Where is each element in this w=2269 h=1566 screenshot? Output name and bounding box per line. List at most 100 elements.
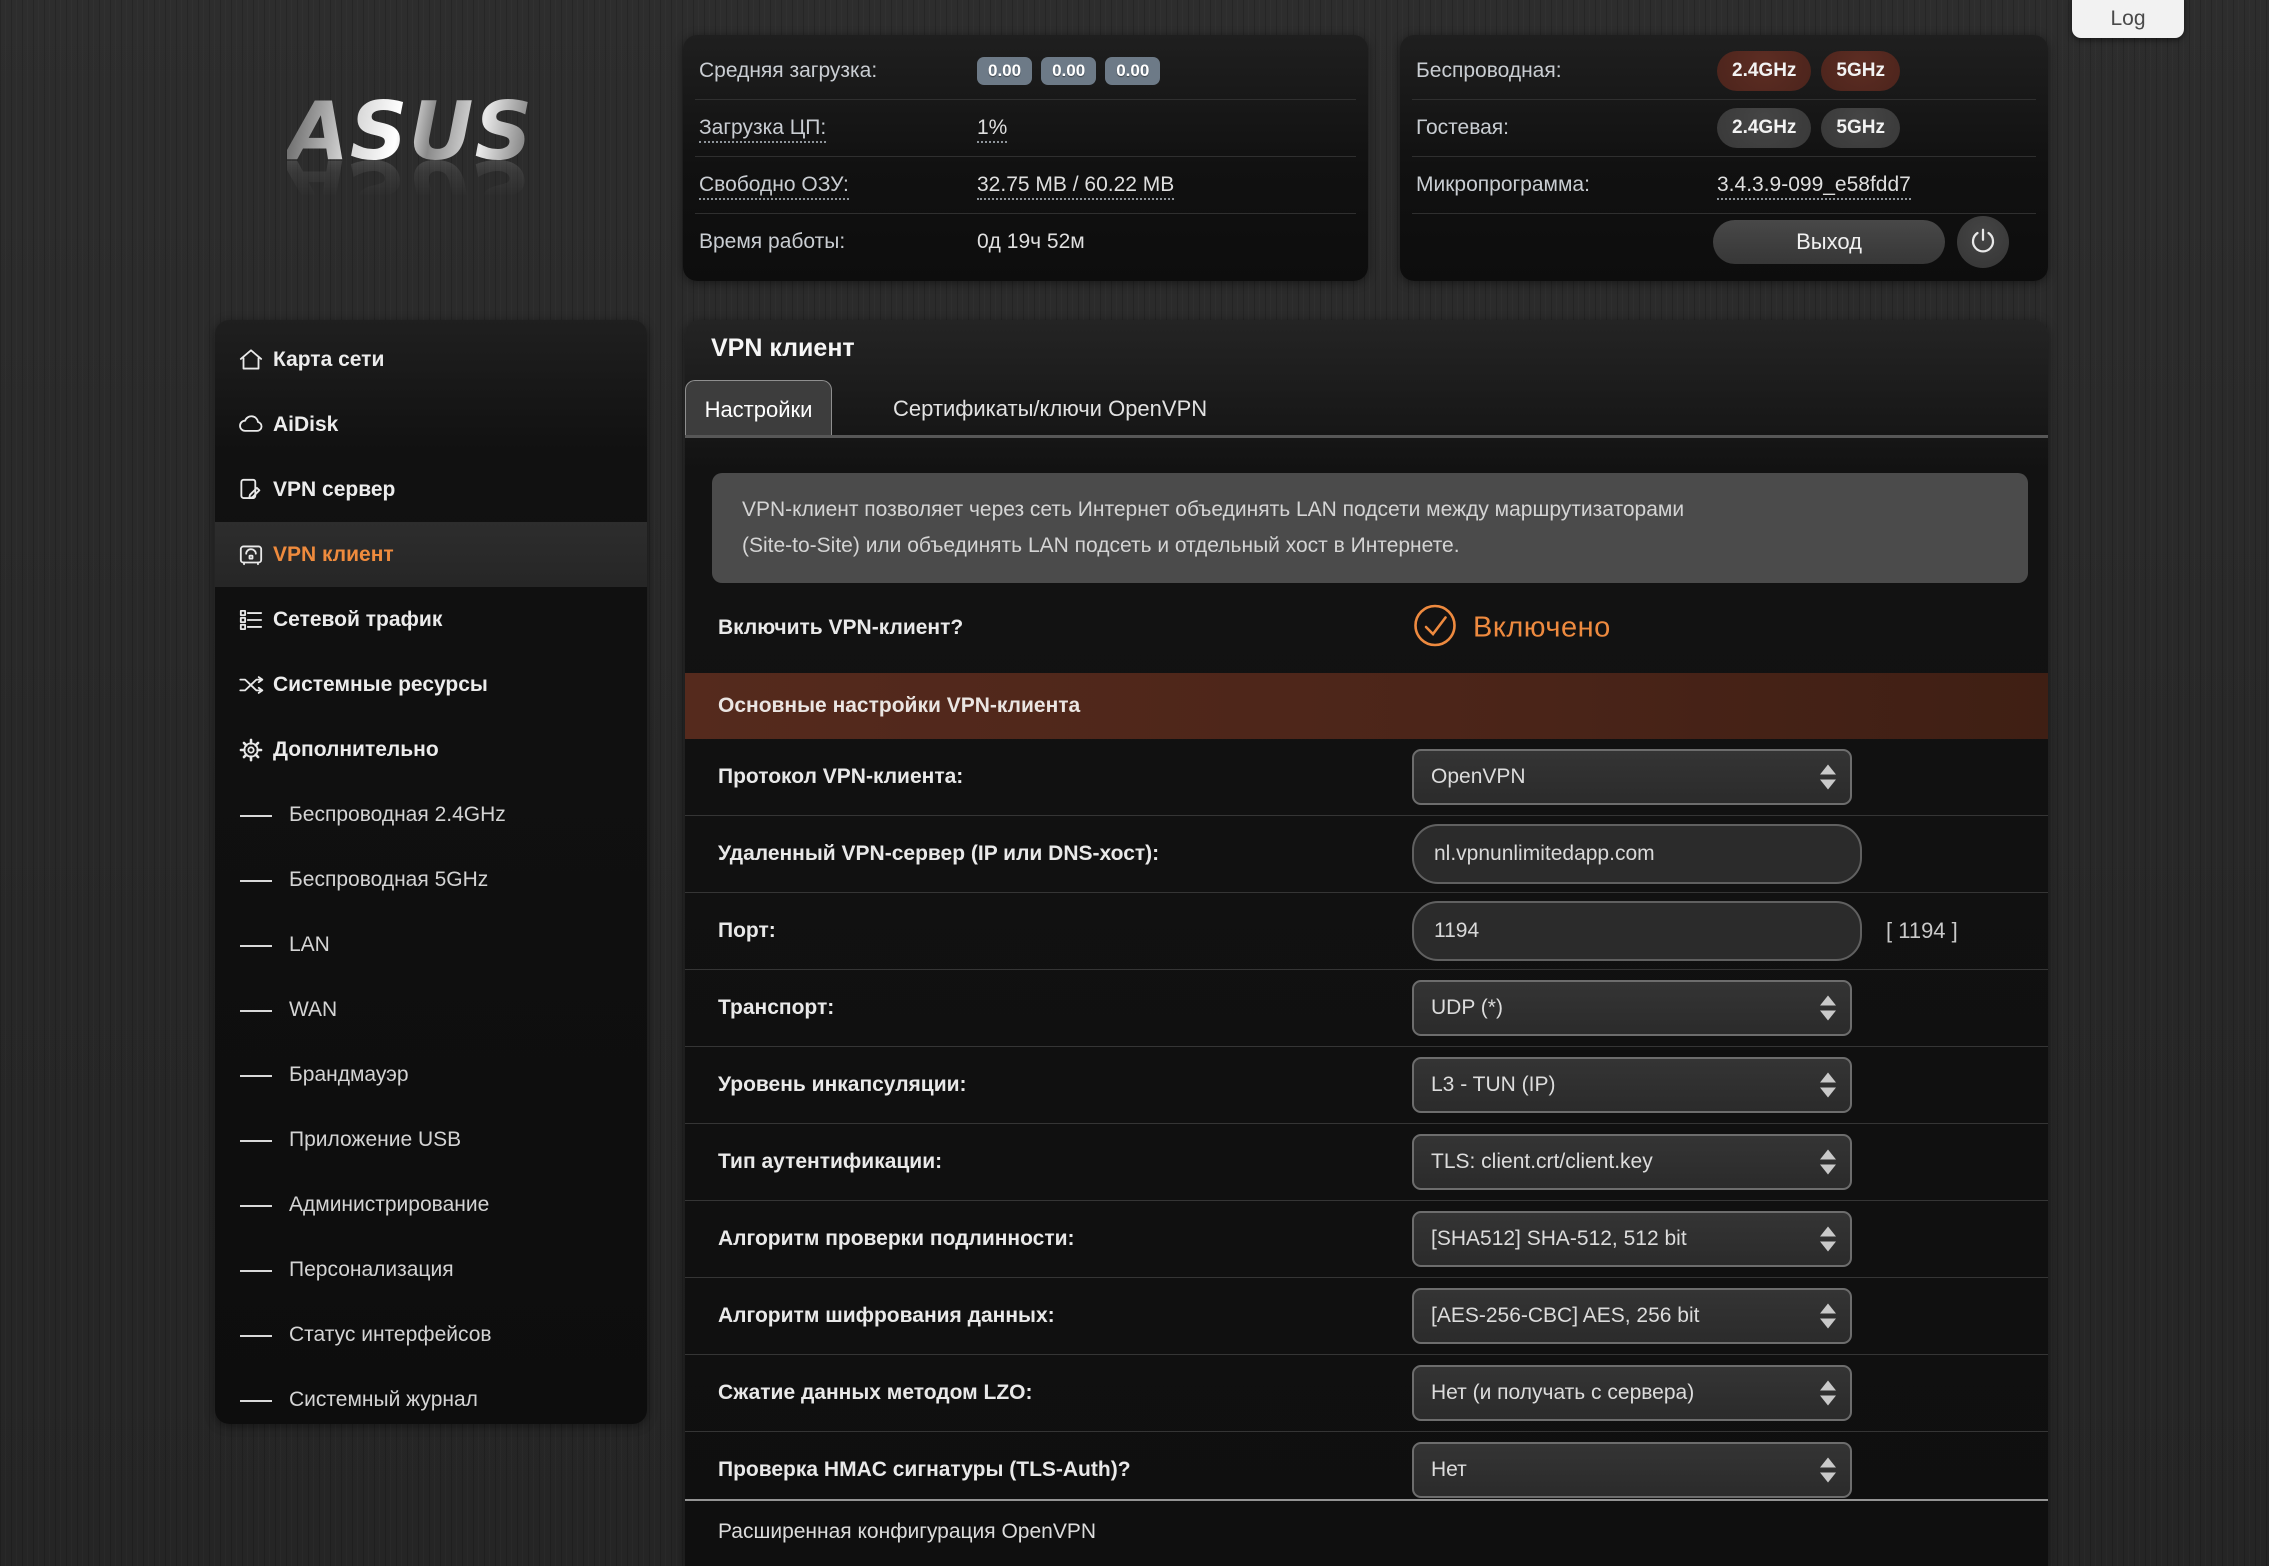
guest-2_4ghz-badge[interactable]: 2.4GHz: [1717, 108, 1811, 148]
sidebar-item-advanced[interactable]: Дополнительно: [215, 717, 647, 782]
dash-icon: [240, 1400, 272, 1402]
wireless-row: Беспроводная: 2.4GHz5GHz: [1400, 43, 2048, 99]
sidebar-item-firewall[interactable]: Брандмауэр: [215, 1042, 647, 1107]
sidebar-item-usb-application[interactable]: Приложение USB: [215, 1107, 647, 1172]
remote-server-input[interactable]: [1412, 824, 1862, 884]
dash-icon: [240, 815, 272, 817]
sidebar-item-aidisk[interactable]: AiDisk: [215, 392, 647, 457]
vpn-client-icon: [236, 540, 266, 570]
transport-row: Транспорт: UDP (*): [685, 970, 2048, 1047]
sidebar-item-lan[interactable]: LAN: [215, 912, 647, 977]
power-icon: [1968, 226, 1998, 259]
tls-auth-select[interactable]: Нет: [1412, 1442, 1852, 1498]
hmac-algorithm-select[interactable]: [SHA512] SHA-512, 512 bit: [1412, 1211, 1852, 1267]
free-ram-label: Свободно ОЗУ:: [699, 173, 977, 197]
select-arrows-icon: [1820, 1073, 1836, 1098]
page-description: VPN-клиент позволяет через сеть Интернет…: [712, 473, 2028, 583]
guest-label: Гостевая:: [1416, 116, 1717, 140]
field-label: Сжатие данных методом LZO:: [718, 1381, 1033, 1405]
cpu-load-value: 1%: [977, 116, 1007, 140]
guest-badges: 2.4GHz5GHz: [1717, 108, 1910, 148]
tab-openvpn-certs[interactable]: Сертификаты/ключи OpenVPN: [875, 380, 1225, 438]
dash-icon: [240, 1205, 272, 1207]
select-arrows-icon: [1820, 1381, 1836, 1406]
lzo-compression-select[interactable]: Нет (и получать с сервера): [1412, 1365, 1852, 1421]
port-input[interactable]: [1412, 901, 1862, 961]
sidebar-item-system-resources[interactable]: Системные ресурсы: [215, 652, 647, 717]
hmac-algorithm-row: Алгоритм проверки подлинности: [SHA512] …: [685, 1201, 2048, 1278]
cloud-icon: [236, 410, 266, 440]
select-arrows-icon: [1820, 1227, 1836, 1252]
page-title: VPN клиент: [711, 334, 855, 363]
field-label: Уровень инкапсуляции:: [718, 1073, 967, 1097]
sidebar-item-wireless-2_4ghz[interactable]: Беспроводная 2.4GHz: [215, 782, 647, 847]
log-button[interactable]: Log: [2072, 0, 2184, 38]
sidebar-item-wireless-5ghz[interactable]: Беспроводная 5GHz: [215, 847, 647, 912]
reboot-button[interactable]: [1957, 216, 2009, 268]
dash-icon: [240, 1140, 272, 1142]
divider: [685, 435, 2048, 438]
load-badge: 0.00: [977, 57, 1032, 85]
select-arrows-icon: [1820, 1458, 1836, 1483]
auth-type-select[interactable]: TLS: client.crt/client.key: [1412, 1134, 1852, 1190]
asuswrt-admin-page: Log ASUS ASUS Средняя загрузка: 0.000.00…: [0, 0, 2269, 1566]
enable-vpn-toggle[interactable]: Включено: [1412, 603, 1611, 654]
field-label: Алгоритм проверки подлинности:: [718, 1227, 1075, 1251]
guest-5ghz-badge[interactable]: 5GHz: [1821, 108, 1900, 148]
uptime-value: 0д 19ч 52м: [977, 230, 1085, 254]
field-label: Алгоритм шифрования данных:: [718, 1304, 1055, 1328]
settings-form: Протокол VPN-клиента: OpenVPN Удаленный …: [685, 739, 2048, 1508]
transport-select[interactable]: UDP (*): [1412, 980, 1852, 1036]
encapsulation-select[interactable]: L3 - TUN (IP): [1412, 1057, 1852, 1113]
dash-icon: [240, 880, 272, 882]
wireless-badges: 2.4GHz5GHz: [1717, 51, 1910, 91]
field-label: Тип аутентификации:: [718, 1150, 942, 1174]
firmware-row: Микропрограмма: 3.4.3.9-099_e58fdd7: [1400, 157, 2048, 213]
load-average-label: Средняя загрузка:: [699, 59, 977, 83]
description-line: (Site-to-Site) или объединять LAN подсет…: [742, 528, 1998, 564]
gear-icon: [236, 735, 266, 765]
port-row: Порт: [ 1194 ]: [685, 893, 2048, 970]
remote-server-row: Удаленный VPN-сервер (IP или DNS-хост):: [685, 816, 2048, 893]
field-label: Удаленный VPN-сервер (IP или DNS-хост):: [718, 842, 1159, 866]
sidebar-item-personalization[interactable]: Персонализация: [215, 1237, 647, 1302]
sidebar-item-administration[interactable]: Администрирование: [215, 1172, 647, 1237]
sidebar-item-network-traffic[interactable]: Сетевой трафик: [215, 587, 647, 652]
firmware-version-link[interactable]: 3.4.3.9-099_e58fdd7: [1717, 173, 1911, 197]
sidebar-item-wan[interactable]: WAN: [215, 977, 647, 1042]
load-average-values: 0.00 0.00 0.00: [977, 57, 1169, 85]
sidebar-item-vpn-client[interactable]: VPN клиент: [215, 522, 647, 587]
load-badge: 0.00: [1041, 57, 1096, 85]
wireless-2_4ghz-badge[interactable]: 2.4GHz: [1717, 51, 1811, 91]
enable-vpn-label: Включить VPN-клиент?: [718, 616, 963, 640]
select-arrows-icon: [1820, 996, 1836, 1021]
vpn-server-icon: [236, 475, 266, 505]
cipher-select[interactable]: [AES-256-CBC] AES, 256 bit: [1412, 1288, 1852, 1344]
dash-icon: [240, 945, 272, 947]
system-status-panel: Средняя загрузка: 0.000.000.00 Загрузка …: [683, 35, 1368, 281]
section-header-basic-settings: Основные настройки VPN-клиента: [685, 673, 2048, 739]
select-arrows-icon: [1820, 1150, 1836, 1175]
sidebar-item-interface-status[interactable]: Статус интерфейсов: [215, 1302, 647, 1367]
asus-logo: ASUS ASUS: [287, 92, 533, 228]
vpn-client-page: VPN клиент Настройки Сертификаты/ключи O…: [685, 320, 2048, 1566]
tab-settings[interactable]: Настройки: [685, 380, 832, 438]
wireless-5ghz-badge[interactable]: 5GHz: [1821, 51, 1900, 91]
dash-icon: [240, 1010, 272, 1012]
logout-button[interactable]: Выход: [1713, 220, 1945, 264]
sidebar: Карта сети AiDisk VPN сервер VPN клиент …: [215, 320, 647, 1424]
enable-vpn-status-text: Включено: [1473, 612, 1611, 645]
shuffle-icon: [236, 670, 266, 700]
free-ram-row: Свободно ОЗУ: 32.75 MB / 60.22 MB: [683, 157, 1368, 213]
field-label: Протокол VPN-клиента:: [718, 765, 963, 789]
sidebar-item-system-log[interactable]: Системный журнал: [215, 1367, 647, 1424]
protocol-select[interactable]: OpenVPN: [1412, 749, 1852, 805]
load-average-row: Средняя загрузка: 0.00 0.00 0.00: [683, 43, 1368, 99]
port-default-hint: [ 1194 ]: [1886, 918, 1958, 944]
protocol-row: Протокол VPN-клиента: OpenVPN: [685, 739, 2048, 816]
dash-icon: [240, 1270, 272, 1272]
cipher-row: Алгоритм шифрования данных: [AES-256-CBC…: [685, 1278, 2048, 1355]
sidebar-item-network-map[interactable]: Карта сети: [215, 327, 647, 392]
load-badge: 0.00: [1105, 57, 1160, 85]
sidebar-item-vpn-server[interactable]: VPN сервер: [215, 457, 647, 522]
